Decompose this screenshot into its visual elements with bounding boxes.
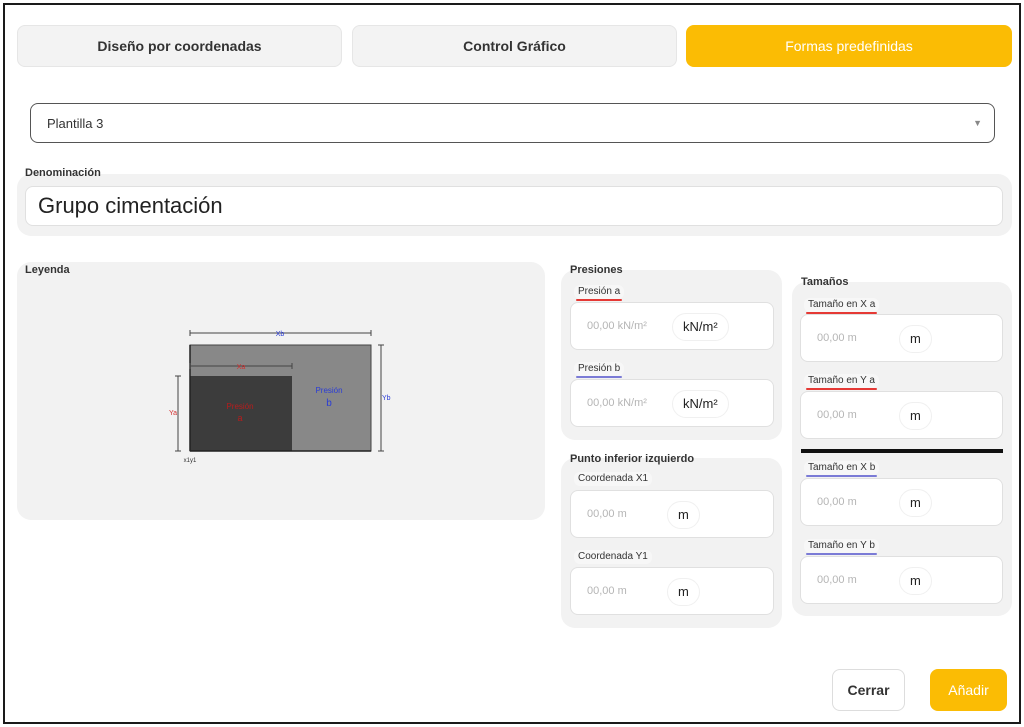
tamanos-divider <box>801 449 1003 453</box>
denominacion-title: Denominación <box>25 167 101 179</box>
tamano-xa-unit: m <box>899 325 932 353</box>
presion-a-field[interactable]: 00,00 kN/m² kN/m² <box>570 302 774 350</box>
tamano-xb-label: Tamaño en X b <box>804 461 880 477</box>
coordenada-x1-field[interactable]: 00,00 m m <box>570 490 774 538</box>
label-origin: x1y1 <box>184 458 197 464</box>
coordenada-y1-label: Coordenada Y1 <box>574 550 652 564</box>
tamano-xa-label: Tamaño en X a <box>804 298 880 314</box>
presion-b-field[interactable]: 00,00 kN/m² kN/m² <box>570 379 774 427</box>
label-presion-b-2: b <box>326 398 332 409</box>
label-yb: Yb <box>382 395 391 402</box>
leyenda-title: Leyenda <box>25 264 70 276</box>
leyenda-diagram: Xb Xa Ya Yb Presión a Presión b x1y1 <box>169 330 391 464</box>
tamano-xb-field[interactable]: 00,00 m m <box>800 478 1003 526</box>
presion-b-label: Presión b <box>574 362 625 378</box>
template-select[interactable]: Plantilla 3 ▼ <box>30 103 995 143</box>
coordenada-y1-unit: m <box>667 578 700 606</box>
coordenada-x1-unit: m <box>667 501 700 529</box>
tamano-xb-unit: m <box>899 489 932 517</box>
tamano-ya-placeholder: 00,00 m <box>817 409 857 421</box>
tab-formas-predefinidas[interactable]: Formas predefinidas <box>686 25 1012 67</box>
close-button[interactable]: Cerrar <box>832 669 905 711</box>
template-select-value: Plantilla 3 <box>47 115 104 131</box>
presion-a-placeholder: 00,00 kN/m² <box>587 320 647 332</box>
label-presion-b-1: Presión <box>315 386 342 395</box>
presiones-title: Presiones <box>570 264 623 276</box>
label-ya: Ya <box>169 410 177 417</box>
tamano-xa-placeholder: 00,00 m <box>817 332 857 344</box>
tamano-yb-unit: m <box>899 567 932 595</box>
coordenada-x1-placeholder: 00,00 m <box>587 508 627 520</box>
tamano-yb-placeholder: 00,00 m <box>817 574 857 586</box>
presion-a-label: Presión a <box>574 285 625 301</box>
punto-title: Punto inferior izquierdo <box>570 453 695 465</box>
coordenada-x1-label: Coordenada X1 <box>574 472 653 486</box>
label-xa: Xa <box>237 364 246 371</box>
label-presion-a-1: Presión <box>226 402 253 411</box>
tamanos-title: Tamaños <box>801 276 849 288</box>
label-presion-a-2: a <box>237 413 242 423</box>
tamano-ya-unit: m <box>899 402 932 430</box>
tamano-ya-label: Tamaño en Y a <box>804 374 879 390</box>
coordenada-y1-placeholder: 00,00 m <box>587 585 627 597</box>
tamano-yb-field[interactable]: 00,00 m m <box>800 556 1003 604</box>
chevron-down-icon: ▼ <box>973 118 982 128</box>
tab-diseno-coordenadas[interactable]: Diseño por coordenadas <box>17 25 342 67</box>
tamano-ya-field[interactable]: 00,00 m m <box>800 391 1003 439</box>
tamano-yb-label: Tamaño en Y b <box>804 539 879 555</box>
presion-b-unit: kN/m² <box>672 390 729 418</box>
denominacion-input[interactable]: Grupo cimentación <box>25 186 1003 226</box>
tamano-xb-placeholder: 00,00 m <box>817 496 857 508</box>
presion-a-unit: kN/m² <box>672 313 729 341</box>
tamano-xa-field[interactable]: 00,00 m m <box>800 314 1003 362</box>
coordenada-y1-field[interactable]: 00,00 m m <box>570 567 774 615</box>
add-button[interactable]: Añadir <box>930 669 1007 711</box>
presion-b-placeholder: 00,00 kN/m² <box>587 397 647 409</box>
tab-control-grafico[interactable]: Control Gráfico <box>352 25 677 67</box>
label-xb: Xb <box>276 331 285 338</box>
